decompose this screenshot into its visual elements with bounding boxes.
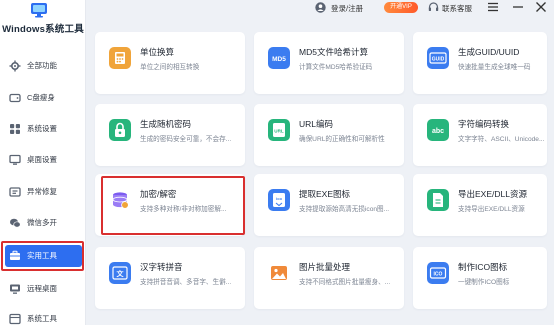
headset-icon[interactable] — [428, 2, 439, 13]
sidebar-item-remote-desktop[interactable]: 远程桌面 — [0, 277, 86, 301]
sidebar-highlight-box — [1, 241, 84, 271]
card-title: 单位换算 — [140, 47, 175, 57]
sidebar-item-label: 桌面设置 — [27, 155, 57, 164]
card-desc: 单位之间的相互转换 — [140, 64, 200, 71]
wechat-icon — [10, 218, 21, 228]
tool-card-url-encode[interactable]: URL URL编码 确保URL的正确性和可解析性 — [254, 104, 404, 166]
sidebar-item-label: 全部功能 — [27, 61, 57, 70]
ico-icon: ICO — [427, 262, 449, 284]
abc-icon: abc — [427, 119, 449, 141]
card-highlight-box — [101, 176, 245, 235]
monitor-icon — [9, 154, 21, 165]
svg-text:GUID: GUID — [432, 56, 445, 62]
card-title: 制作ICO图标 — [458, 262, 508, 272]
card-title: 图片批量处理 — [299, 262, 351, 272]
sidebar-item-repair[interactable]: 异常修复 — [0, 180, 86, 204]
vip-button[interactable]: 开通VIP — [384, 2, 418, 13]
sidebar-item-label: 远程桌面 — [27, 284, 57, 293]
tool-card-extract-exe-icon[interactable]: ico 提取EXE图标 支持提取源始高清无损icon图... — [254, 174, 404, 236]
card-desc: 计算文件MD5哈希验证码 — [299, 64, 373, 71]
svg-text:MD5: MD5 — [272, 56, 286, 63]
tool-card-export-resource[interactable]: 导出EXE/DLL资源 支持导出EXE/DLL资源 — [413, 174, 547, 236]
user-icon[interactable] — [315, 2, 326, 13]
tools-icon — [9, 313, 21, 325]
svg-text:ICO: ICO — [434, 271, 443, 277]
card-title: 生成GUID/UUID — [458, 47, 520, 57]
tool-card-random-password[interactable]: 生成随机密码 生成的密码安全可靠，不会存... — [95, 104, 245, 166]
card-desc: 支持不同格式图片批量瘦身、... — [299, 279, 391, 286]
card-desc: 支持提取源始高清无损icon图... — [299, 206, 390, 213]
customer-service-link[interactable]: 联系客服 — [442, 3, 472, 14]
app-logo-area: Windows系统工具 — [0, 0, 86, 40]
md5-icon: MD5 — [268, 47, 290, 69]
tool-card-make-ico[interactable]: ICO 制作ICO图标 一键制作ICO图标 — [413, 247, 547, 309]
tool-card-char-encode[interactable]: abc 字符编码转换 文字字符、ASCII、Unicode... — [413, 104, 547, 166]
sidebar-item-label: 系统工具 — [27, 314, 57, 323]
svg-text:文: 文 — [117, 269, 125, 278]
sidebar: Windows系统工具 全部功能 C盘瘦身 系统设置 桌面设置 异常修复 微信多… — [0, 0, 86, 325]
sidebar-item-label: 微信多开 — [27, 218, 57, 227]
svg-text:ico: ico — [276, 196, 282, 201]
top-bar: 登录/注册 开通VIP 联系客服 — [86, 0, 554, 20]
menu-icon[interactable] — [486, 1, 500, 13]
tool-card-unit-convert[interactable]: 单位换算 单位之间的相互转换 — [95, 32, 245, 94]
tool-card-pinyin[interactable]: 文 汉字转拼音 支持拼音音调、多音字、生僻... — [95, 247, 245, 309]
svg-text:URL: URL — [274, 129, 284, 134]
sidebar-item-label: 系统设置 — [27, 124, 57, 133]
lock-icon — [109, 119, 131, 141]
grid-icon — [10, 124, 20, 134]
sidebar-item-desktop-settings[interactable]: 桌面设置 — [0, 148, 86, 172]
unit-convert-icon — [109, 47, 131, 69]
sidebar-item-c-drive[interactable]: C盘瘦身 — [0, 86, 86, 110]
tool-card-image-batch[interactable]: 图片批量处理 支持不同格式图片批量瘦身、... — [254, 247, 404, 309]
export-icon — [427, 189, 449, 211]
card-title: URL编码 — [299, 119, 334, 129]
sidebar-item-label: 异常修复 — [27, 187, 57, 196]
card-title: 生成随机密码 — [140, 119, 192, 129]
gear-icon — [9, 60, 21, 72]
sidebar-item-all-features[interactable]: 全部功能 — [0, 54, 86, 78]
image-batch-icon — [268, 262, 290, 284]
remote-icon — [10, 284, 20, 294]
card-desc: 支持导出EXE/DLL资源 — [458, 206, 525, 213]
card-desc: 快速批量生成全球唯一码 — [458, 64, 531, 71]
close-icon[interactable] — [534, 1, 548, 13]
card-desc: 生成的密码安全可靠，不会存... — [140, 136, 232, 143]
card-title: 导出EXE/DLL资源 — [458, 189, 527, 199]
sidebar-item-wechat[interactable]: 微信多开 — [0, 211, 86, 235]
card-desc: 确保URL的正确性和可解析性 — [299, 136, 385, 143]
card-title: 提取EXE图标 — [299, 189, 351, 199]
guid-icon: GUID — [427, 47, 449, 69]
sidebar-item-label: C盘瘦身 — [27, 93, 55, 102]
tool-card-guid[interactable]: GUID 生成GUID/UUID 快速批量生成全球唯一码 — [413, 32, 547, 94]
exe-icon: ico — [268, 189, 290, 211]
login-register-link[interactable]: 登录/注册 — [331, 3, 363, 14]
sidebar-item-system-settings[interactable]: 系统设置 — [0, 117, 86, 141]
card-title: 汉字转拼音 — [140, 262, 183, 272]
card-desc: 文字字符、ASCII、Unicode... — [458, 136, 545, 143]
sidebar-item-system-tools[interactable]: 系统工具 — [0, 307, 86, 325]
card-title: MD5文件哈希计算 — [299, 47, 368, 57]
tool-card-md5[interactable]: MD5 MD5文件哈希计算 计算文件MD5哈希验证码 — [254, 32, 404, 94]
disk-icon — [9, 93, 21, 103]
wrench-icon — [9, 187, 21, 197]
app-logo-icon — [31, 3, 47, 18]
minimize-icon[interactable] — [511, 1, 525, 13]
card-title: 字符编码转换 — [458, 119, 510, 129]
card-desc: 支持拼音音调、多音字、生僻... — [140, 279, 232, 286]
app-title: Windows系统工具 — [2, 24, 84, 35]
pinyin-icon: 文 — [109, 262, 131, 284]
card-desc: 一键制作ICO图标 — [458, 279, 510, 286]
url-icon: URL — [268, 119, 290, 141]
svg-text:abc: abc — [432, 128, 444, 135]
